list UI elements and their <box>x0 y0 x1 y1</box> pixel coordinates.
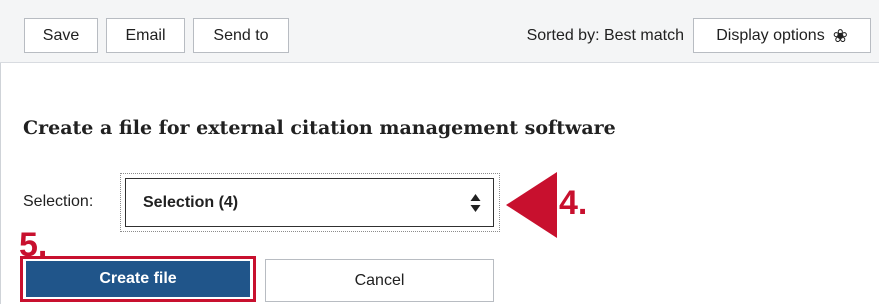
create-file-button[interactable]: Create file <box>26 261 250 297</box>
cancel-button[interactable]: Cancel <box>265 259 494 302</box>
results-toolbar: Save Email Send to Sorted by: Best match… <box>0 0 879 63</box>
callout-arrow-icon <box>506 172 557 238</box>
selection-label: Selection: <box>23 193 94 210</box>
sort-order-text: Sorted by: Best match <box>526 26 684 44</box>
up-down-arrows-icon <box>470 194 481 212</box>
save-button[interactable]: Save <box>24 18 98 53</box>
display-options-button[interactable]: Display options ❀ <box>693 18 871 53</box>
selection-dropdown[interactable]: Selection (4) <box>125 178 494 227</box>
email-button[interactable]: Email <box>106 18 185 53</box>
send-to-button[interactable]: Send to <box>193 18 289 53</box>
callout-step-4: 4. <box>559 184 588 222</box>
gear-icon: ❀ <box>832 25 848 46</box>
panel-heading: Create a file for external citation mana… <box>23 117 616 139</box>
selection-value: Selection (4) <box>143 193 239 211</box>
display-options-label: Display options <box>716 26 825 44</box>
